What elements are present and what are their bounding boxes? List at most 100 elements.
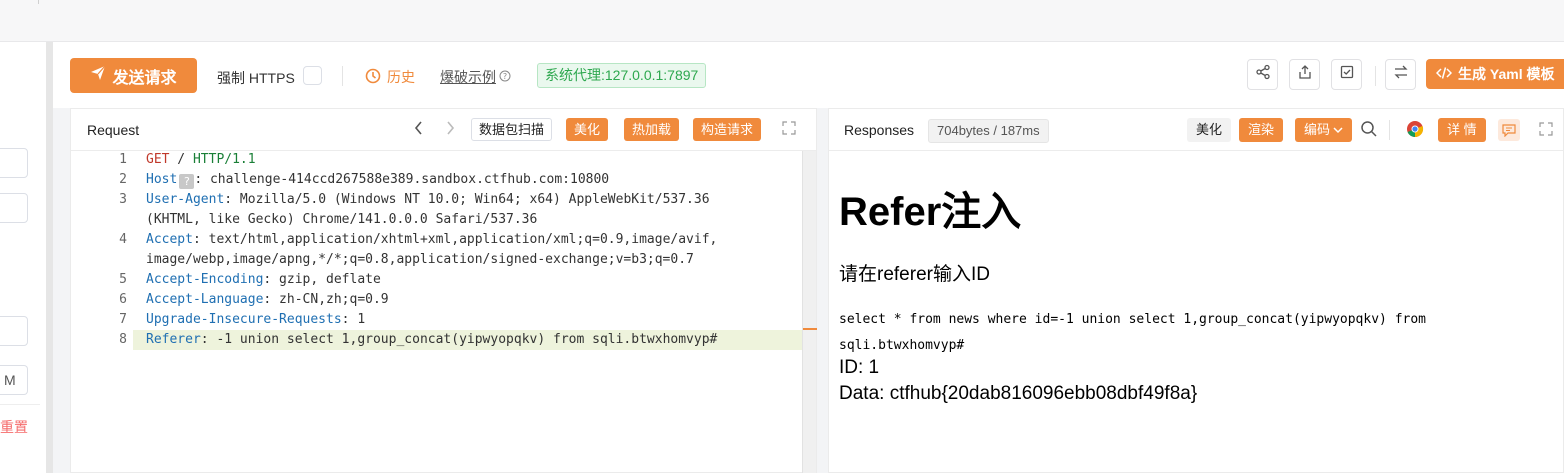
- request-panel: Request 数据包扫描 美化 热加载 构造请求 1 GET / HTTP/1.…: [70, 108, 817, 473]
- toolbar: 发送请求 强制 HTTPS 历史 爆破示例 ? 系统代理:127.0.0.1:7…: [53, 42, 1564, 108]
- header-name: Accept-Encoding: [146, 272, 264, 287]
- header-name: User-Agent: [146, 192, 225, 207]
- left-scrollbar[interactable]: [46, 42, 53, 473]
- response-title: Responses: [844, 122, 915, 138]
- beautify-response-button[interactable]: 美化: [1187, 118, 1232, 142]
- system-proxy-badge[interactable]: 系统代理:127.0.0.1:7897: [537, 63, 707, 88]
- line-number: 2: [119, 172, 127, 187]
- code-line: (KHTML, like Gecko) Chrome/141.0.0.0 Saf…: [146, 212, 537, 227]
- divider: [1389, 120, 1390, 140]
- header-value: : 1: [341, 312, 366, 327]
- help-tag: ?: [179, 174, 195, 189]
- history-label: 历史: [387, 69, 415, 85]
- code-line: Referer: -1 union select 1,group_concat(…: [146, 332, 717, 347]
- divider: [342, 66, 343, 86]
- code-line: Accept-Encoding: gzip, deflate: [146, 272, 381, 287]
- chevron-right-icon[interactable]: [444, 120, 456, 141]
- response-header: Responses 704bytes / 187ms 美化 渲染 编码 详 情: [829, 109, 1563, 151]
- send-request-button[interactable]: 发送请求: [70, 58, 197, 93]
- beautify-request-button[interactable]: 美化: [566, 118, 609, 141]
- header-name: Referer: [146, 332, 201, 347]
- response-data-line: Data: ctfhub{20dab816096ebb08dbf49f8a}: [839, 383, 1198, 404]
- header-name: Host: [146, 172, 178, 187]
- editor-scrollbar[interactable]: [802, 151, 817, 473]
- line-number: 4: [119, 232, 127, 247]
- code-line: User-Agent: Mozilla/5.0 (Windows NT 10.0…: [146, 192, 710, 207]
- chevron-down-icon: [1333, 118, 1343, 142]
- line-number: 8: [119, 332, 127, 347]
- comment-icon[interactable]: [1498, 119, 1520, 141]
- verify-button[interactable]: [1331, 59, 1362, 90]
- top-strip: [0, 0, 1564, 42]
- history-button[interactable]: 历史: [365, 67, 415, 87]
- expand-icon[interactable]: [782, 121, 796, 140]
- export-button[interactable]: [1289, 59, 1320, 90]
- encoding-dropdown[interactable]: 编码: [1295, 118, 1353, 142]
- force-https-checkbox[interactable]: [303, 66, 322, 85]
- line-number: 7: [119, 312, 127, 327]
- swap-icon: [1393, 64, 1409, 85]
- packet-scan-button[interactable]: 数据包扫描: [471, 118, 553, 141]
- code-line: GET / HTTP/1.1: [146, 152, 256, 167]
- line-number: 1: [119, 152, 127, 167]
- force-https-label: 强制 HTTPS: [217, 70, 295, 86]
- header-value: : zh-CN,zh;q=0.9: [263, 292, 389, 307]
- header-name: Accept: [146, 232, 193, 247]
- send-request-label: 发送请求: [112, 69, 177, 87]
- response-sql: select * from news where id=-1 union sel…: [839, 312, 1426, 353]
- divider: [1375, 66, 1376, 86]
- chevron-left-icon[interactable]: [413, 120, 425, 141]
- expand-icon[interactable]: [1539, 122, 1553, 141]
- request-editor[interactable]: 1 GET / HTTP/1.1 2 Host?: challenge-414ccd2…: [71, 151, 802, 473]
- clock-icon: [365, 68, 381, 87]
- header-name: Accept-Language: [146, 292, 264, 307]
- header-value: : Mozilla/5.0 (Windows NT 10.0; Win64; x…: [224, 192, 710, 207]
- search-icon[interactable]: [1360, 120, 1378, 143]
- header-value: : text/html,application/xhtml+xml,applic…: [192, 232, 718, 247]
- header-value: image/webp,image/apng,*/*;q=0.8,applicat…: [146, 252, 694, 267]
- blast-example-link[interactable]: 爆破示例 ?: [440, 67, 511, 87]
- response-id-line: ID: 1: [839, 357, 880, 378]
- share-icon: [1255, 64, 1271, 85]
- header-name: Upgrade-Insecure-Requests: [146, 312, 342, 327]
- code-line: Accept-Language: zh-CN,zh;q=0.9: [146, 292, 389, 307]
- scroll-marker: [803, 328, 817, 330]
- header-value: /: [169, 152, 193, 167]
- header-value: (KHTML, like Gecko) Chrome/141.0.0.0 Saf…: [146, 212, 538, 227]
- left-input[interactable]: [0, 316, 28, 346]
- code-line: Upgrade-Insecure-Requests: 1: [146, 312, 365, 327]
- render-button[interactable]: 渲染: [1239, 118, 1284, 142]
- header-value: : -1 union select 1,group_concat(yipwyop…: [200, 332, 718, 347]
- code-line: image/webp,image/apng,*/*;q=0.8,applicat…: [146, 252, 694, 267]
- blast-example-label: 爆破示例: [440, 69, 496, 85]
- line-number: 6: [119, 292, 127, 307]
- send-icon: [90, 65, 106, 86]
- method-field[interactable]: M: [0, 365, 28, 395]
- details-button[interactable]: 详 情: [1438, 118, 1486, 142]
- encoding-label: 编码: [1304, 122, 1331, 137]
- left-input[interactable]: [0, 148, 28, 178]
- response-size-badge: 704bytes / 187ms: [928, 119, 1049, 143]
- help-icon: ?: [499, 69, 511, 85]
- line-number: 5: [119, 272, 127, 287]
- chrome-icon[interactable]: [1406, 120, 1424, 143]
- http-version: HTTP/1.1: [192, 152, 256, 167]
- code-line: Accept: text/html,application/xhtml+xml,…: [146, 232, 717, 247]
- response-heading: Refer注入: [839, 190, 1022, 234]
- swap-button[interactable]: [1385, 59, 1416, 90]
- hotload-button[interactable]: 热加载: [624, 118, 680, 141]
- response-panel: Responses 704bytes / 187ms 美化 渲染 编码 详 情 …: [828, 108, 1564, 473]
- export-icon: [1297, 64, 1313, 85]
- code-icon: [1435, 66, 1453, 83]
- divider: [0, 404, 40, 405]
- left-input[interactable]: [0, 193, 28, 223]
- generate-yaml-button[interactable]: 生成 Yaml 模板: [1426, 59, 1564, 89]
- header-value: : gzip, deflate: [263, 272, 381, 287]
- response-prompt: 请在referer输入ID: [839, 264, 990, 285]
- header-value: : challenge-414ccd267588e389.sandbox.ctf…: [194, 172, 610, 187]
- http-method: GET: [146, 152, 170, 167]
- reset-button[interactable]: 重置: [0, 417, 28, 437]
- request-header: Request 数据包扫描 美化 热加载 构造请求: [71, 109, 816, 151]
- construct-request-button[interactable]: 构造请求: [693, 118, 762, 141]
- share-button[interactable]: [1247, 59, 1278, 90]
